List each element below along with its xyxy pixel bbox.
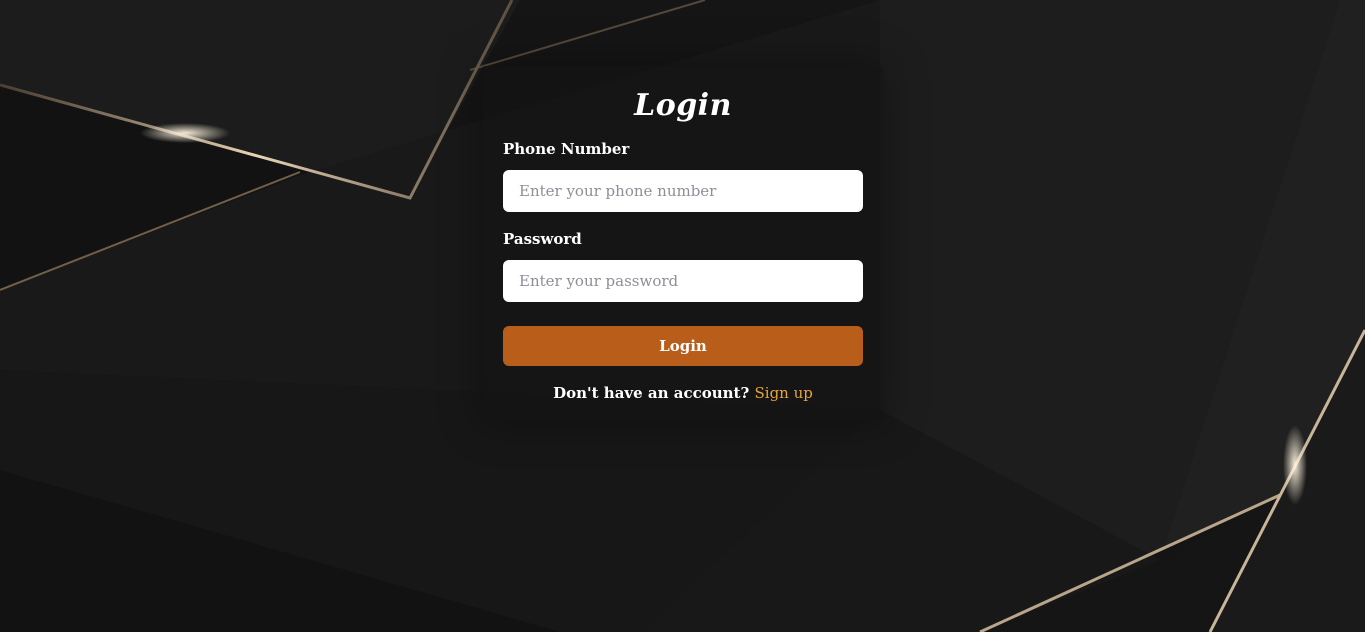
signup-prompt-row: Don't have an account? Sign up	[483, 384, 883, 402]
password-input[interactable]	[503, 260, 863, 302]
page-title: Login	[634, 88, 732, 123]
phone-input[interactable]	[503, 170, 863, 212]
phone-label: Phone Number	[503, 140, 630, 158]
signup-prompt-text: Don't have an account?	[553, 384, 750, 402]
password-label: Password	[503, 230, 582, 248]
signup-link[interactable]: Sign up	[755, 384, 813, 402]
login-card: Login Phone Number Password Login Don't …	[483, 66, 883, 421]
login-page: Login Phone Number Password Login Don't …	[0, 0, 1365, 632]
login-button[interactable]: Login	[503, 326, 863, 366]
